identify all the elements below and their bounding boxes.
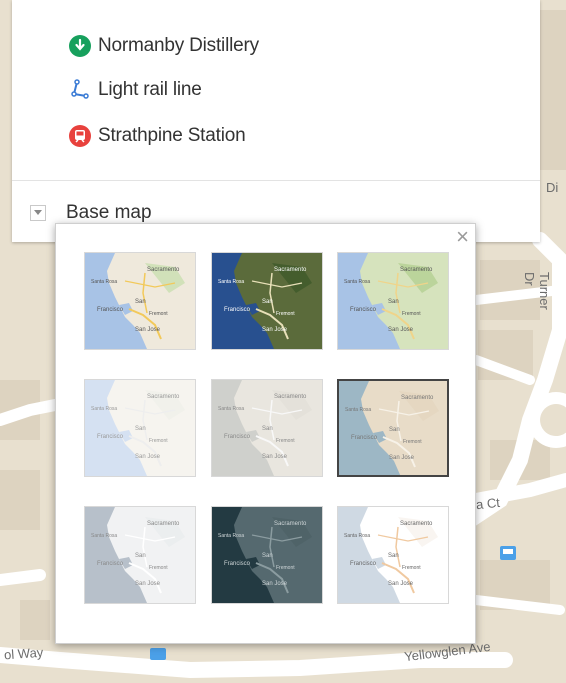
base-map-label: Base map: [66, 202, 152, 223]
svg-text:Sacramento: Sacramento: [274, 394, 307, 400]
svg-text:San Jose: San Jose: [389, 455, 415, 461]
base-map-style-light-landmass[interactable]: Sacramento Santa Rosa San Francisco Frem…: [84, 506, 196, 604]
svg-text:San: San: [135, 553, 146, 559]
legend-panel: Normanby Distillery Light rail line Stra…: [12, 0, 540, 242]
base-map-style-satellite[interactable]: Sacramento Santa Rosa San Francisco Frem…: [211, 252, 323, 350]
svg-text:Sacramento: Sacramento: [147, 267, 180, 273]
green-pin-icon: [68, 34, 92, 58]
legend-item-light-rail[interactable]: Light rail line: [68, 78, 202, 102]
svg-text:San Jose: San Jose: [388, 327, 414, 333]
svg-text:San Jose: San Jose: [262, 454, 288, 460]
svg-text:San: San: [135, 299, 146, 305]
svg-text:Sacramento: Sacramento: [400, 521, 433, 527]
svg-text:Santa Rosa: Santa Rosa: [218, 279, 244, 285]
svg-text:Santa Rosa: Santa Rosa: [218, 406, 244, 412]
svg-text:Francisco: Francisco: [350, 561, 377, 567]
svg-text:San Jose: San Jose: [262, 581, 288, 587]
svg-text:Fremont: Fremont: [403, 439, 422, 445]
svg-text:Sacramento: Sacramento: [147, 394, 180, 400]
svg-text:Santa Rosa: Santa Rosa: [344, 279, 370, 285]
svg-text:San Jose: San Jose: [388, 581, 414, 587]
street-label-ct: a Ct: [475, 494, 501, 513]
street-label-edge: Di: [546, 180, 559, 195]
train-station-icon: [68, 124, 92, 148]
divider: [12, 180, 540, 181]
svg-text:Fremont: Fremont: [276, 565, 295, 571]
svg-text:Fremont: Fremont: [149, 438, 168, 444]
svg-text:San: San: [262, 299, 273, 305]
svg-text:Francisco: Francisco: [351, 435, 378, 441]
svg-text:Fremont: Fremont: [149, 565, 168, 571]
svg-text:San: San: [388, 553, 399, 559]
svg-text:Francisco: Francisco: [224, 434, 251, 440]
svg-text:Francisco: Francisco: [224, 561, 251, 567]
line-route-icon: [68, 78, 92, 102]
legend-item-station[interactable]: Strathpine Station: [68, 124, 246, 148]
chevron-down-icon[interactable]: [30, 205, 46, 221]
svg-text:Francisco: Francisco: [350, 307, 377, 313]
svg-text:Francisco: Francisco: [97, 561, 124, 567]
svg-text:Sacramento: Sacramento: [400, 267, 433, 273]
svg-text:Santa Rosa: Santa Rosa: [344, 533, 370, 539]
close-icon[interactable]: ×: [456, 226, 469, 248]
svg-text:Francisco: Francisco: [224, 307, 251, 313]
svg-text:San Jose: San Jose: [135, 454, 161, 460]
legend-item-label: Light rail line: [98, 79, 202, 100]
svg-text:San Jose: San Jose: [135, 327, 161, 333]
svg-text:Fremont: Fremont: [276, 311, 295, 317]
svg-text:San: San: [388, 299, 399, 305]
svg-text:Santa Rosa: Santa Rosa: [91, 279, 117, 285]
base-map-style-whitewater[interactable]: Sacramento Santa Rosa San Francisco Frem…: [337, 506, 449, 604]
svg-text:Sacramento: Sacramento: [274, 521, 307, 527]
svg-text:San: San: [389, 427, 400, 433]
svg-text:Santa Rosa: Santa Rosa: [218, 533, 244, 539]
svg-text:Francisco: Francisco: [97, 434, 124, 440]
base-map-style-dark-landmass[interactable]: Sacramento Santa Rosa San Francisco Frem…: [211, 506, 323, 604]
legend-item-label: Strathpine Station: [98, 125, 246, 146]
svg-text:San: San: [135, 426, 146, 432]
svg-text:Fremont: Fremont: [402, 311, 421, 317]
base-map-style-map[interactable]: Sacramento Santa Rosa San Francisco Frem…: [84, 252, 196, 350]
svg-text:Francisco: Francisco: [97, 307, 124, 313]
svg-text:Santa Rosa: Santa Rosa: [91, 406, 117, 412]
street-label-way: ol Way: [3, 644, 44, 663]
base-map-style-simple-atlas[interactable]: Sacramento Santa Rosa San Francisco Frem…: [337, 379, 449, 477]
legend-item-distillery[interactable]: Normanby Distillery: [68, 34, 259, 58]
svg-text:Fremont: Fremont: [402, 565, 421, 571]
svg-text:Sacramento: Sacramento: [401, 395, 434, 401]
svg-text:Sacramento: Sacramento: [147, 521, 180, 527]
svg-text:San Jose: San Jose: [135, 581, 161, 587]
svg-text:Santa Rosa: Santa Rosa: [91, 533, 117, 539]
svg-text:Fremont: Fremont: [149, 311, 168, 317]
svg-text:San Jose: San Jose: [262, 327, 288, 333]
svg-text:San: San: [262, 426, 273, 432]
base-map-style-mono-city[interactable]: Sacramento Santa Rosa San Francisco Frem…: [211, 379, 323, 477]
base-map-style-terrain[interactable]: Sacramento Santa Rosa San Francisco Frem…: [337, 252, 449, 350]
legend-item-label: Normanby Distillery: [98, 35, 259, 56]
base-map-style-popup: × Sacramento Santa Rosa San Francisco Fr…: [55, 223, 476, 644]
svg-text:Sacramento: Sacramento: [274, 267, 307, 273]
base-map-style-light-political[interactable]: Sacramento Santa Rosa San Francisco Frem…: [84, 379, 196, 477]
svg-text:Fremont: Fremont: [276, 438, 295, 444]
street-label-turner: Turner Dr: [522, 272, 552, 310]
svg-text:San: San: [262, 553, 273, 559]
base-map-toggle[interactable]: Base map: [30, 202, 152, 224]
svg-text:Santa Rosa: Santa Rosa: [345, 407, 371, 413]
